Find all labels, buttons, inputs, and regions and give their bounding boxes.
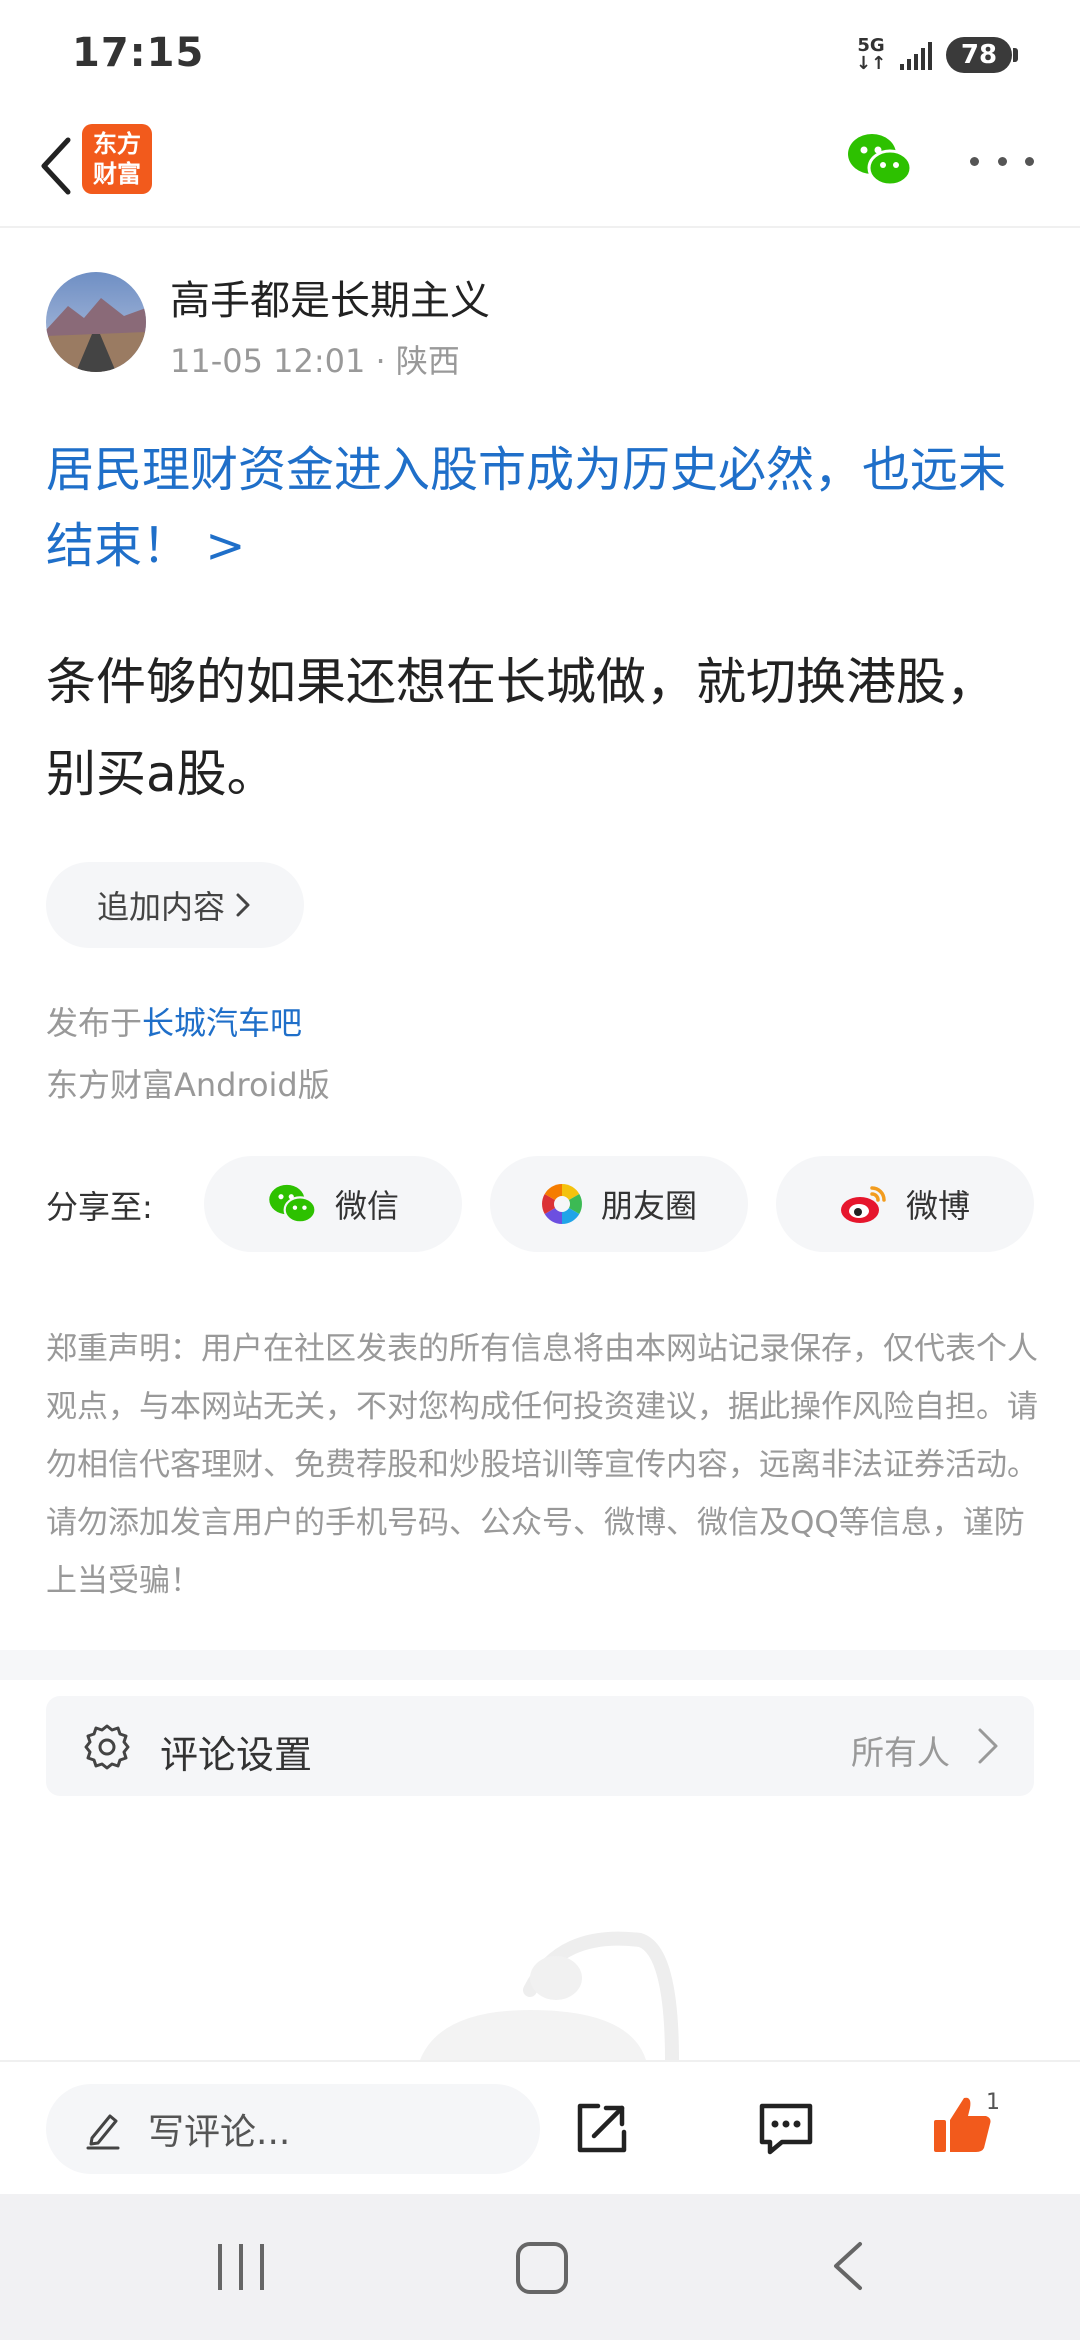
like-count: 1 [986,2090,1000,2115]
disclaimer: 郑重声明：用户在社区发表的所有信息将由本网站记录保存，仅代表个人观点，与本网站无… [46,1331,1038,1599]
gear-icon [84,1724,130,1770]
comment-settings-value: 所有人 [851,1733,950,1772]
append-content-button[interactable]: 追加内容 [46,862,304,948]
system-back-button[interactable] [828,2240,868,2292]
system-nav-bar [0,2194,1080,2340]
recent-apps-button[interactable] [218,2244,264,2290]
share-label: 分享至: [46,1188,153,1226]
comment-placeholder: 写评论... [148,2112,291,2153]
comment-settings-row[interactable]: 评论设置 所有人 [46,1696,1034,1796]
status-time: 17:15 [72,30,205,76]
wechat-icon [848,134,913,187]
weibo-icon [840,1186,886,1223]
published-in: 发布于长城汽车吧 [46,1004,303,1042]
wechat-icon [269,1184,317,1224]
forum-link[interactable]: 长城汽车吧 [142,1004,302,1042]
share-icon[interactable] [572,2098,632,2158]
post-date: 11-05 12:01 [170,342,366,380]
more-dot-icon [1025,156,1034,166]
chevron-right-icon [978,1728,998,1764]
more-button[interactable] [970,134,1034,188]
comment-input[interactable]: 写评论... [46,2084,540,2174]
post-body: 条件够的如果还想在长城做，就切换港股，别买a股。 [46,653,996,803]
wechat-share-button[interactable] [846,130,913,190]
chevron-left-icon [41,137,71,195]
more-dot-icon [997,156,1007,166]
status-indicators: 5G ↓↑ 78 [856,34,1018,76]
comment-icon[interactable] [756,2098,816,2158]
bottom-action-bar: 写评论... 1 [0,2060,1080,2196]
nav-bar: 东方 财富 [0,110,1080,228]
signal-icon [900,40,932,70]
share-moments-button[interactable]: 朋友圈 [490,1156,748,1252]
share-weibo-button[interactable]: 微博 [776,1156,1034,1252]
empty-state-illustration [420,1931,679,2060]
network-5g-icon: 5G ↓↑ [856,35,887,74]
more-dot-icon [970,156,979,166]
post-location: · 陕西 [375,342,460,380]
share-wechat-button[interactable]: 微信 [204,1156,462,1252]
post-headline-link[interactable]: 居民理财资金进入股市成为历史必然，也远未结束！ > [46,432,1041,584]
comment-settings-label: 评论设置 [160,1733,313,1777]
avatar[interactable] [46,272,146,372]
battery-icon: 78 [946,37,1018,73]
eastmoney-logo[interactable]: 东方 财富 [82,124,152,194]
home-button[interactable] [516,2242,568,2294]
post-meta: 11-05 12:01 · 陕西 [170,336,460,382]
author-name[interactable]: 高手都是长期主义 [170,268,490,326]
pencil-icon [86,2114,120,2150]
section-divider [0,1650,1080,1680]
chevron-right-icon [236,893,250,917]
moments-icon [542,1184,582,1224]
client-info: 东方财富Android版 [46,1066,330,1104]
status-bar: 17:15 5G ↓↑ 78 [0,0,1080,110]
